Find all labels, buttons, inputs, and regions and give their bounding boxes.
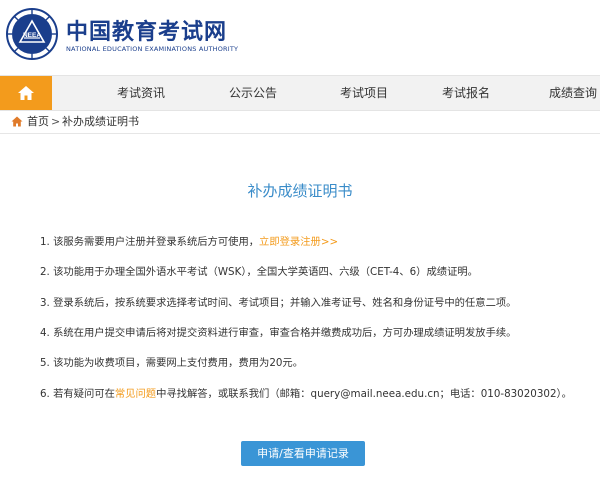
nav-item-score-query[interactable]: 成绩查询 [549,76,597,110]
note-2: 2. 该功能用于办理全国外语水平考试（WSK），全国大学英语四、六级（CET-4… [40,266,478,278]
note-3: 3. 登录系统后，按系统要求选择考试时间、考试项目；并输入准考证号、姓名和身份证… [40,297,517,309]
note-4: 4. 系统在用户提交申请后将对提交资料进行审查，审查合格并缴费成功后，方可办理成… [40,327,517,339]
page-title: 补办成绩证明书 [247,182,353,200]
faq-link[interactable]: 常见问题 [115,388,156,400]
nav-home-button[interactable] [0,76,52,110]
neea-emblem-icon[interactable]: NEEA [6,8,58,60]
note-1-text: 1. 该服务需要用户注册并登录系统后方可使用， [40,236,260,248]
apply-view-records-button[interactable]: 申请/查看申请记录 [241,441,365,466]
svg-text:NEEA: NEEA [23,32,41,39]
nav-item-announcements[interactable]: 公示公告 [229,76,277,110]
site-logo-title[interactable]: 中国教育考试网 [66,14,227,46]
breadcrumb-home-link[interactable]: 首页 [27,111,49,133]
breadcrumb-separator: > [51,115,61,128]
nav-item-exam-projects[interactable]: 考试项目 [340,76,388,110]
breadcrumb-home-icon [11,116,23,127]
main-nav: 考试资讯 公示公告 考试项目 考试报名 成绩查询 [0,75,600,111]
breadcrumb-current: 补办成绩证明书 [62,115,139,128]
note-6: 6. 若有疑问可在常见问题中寻找解答，或联系我们（邮箱：query@mail.n… [40,387,590,401]
login-register-link[interactable]: 立即登录注册>> [259,236,338,248]
note-6-text-pre: 6. 若有疑问可在 [40,388,115,400]
note-5: 5. 该功能为收费项目，需要网上支付费用，费用为20元。 [40,357,304,369]
site-logo-subtitle: NATIONAL EDUCATION EXAMINATIONS AUTHORIT… [66,45,239,53]
nav-item-exam-news[interactable]: 考试资讯 [117,76,165,110]
note-1: 1. 该服务需要用户注册并登录系统后方可使用，立即登录注册>> [40,235,590,249]
home-icon [18,86,34,100]
nav-item-exam-registration[interactable]: 考试报名 [442,76,490,110]
breadcrumb: 首页 > 补办成绩证明书 [0,111,600,134]
site-header: NEEA 中国教育考试网 NATIONAL EDUCATION EXAMINAT… [0,0,600,74]
note-6-text-post: 中寻找解答，或联系我们（邮箱：query@mail.neea.edu.cn；电话… [156,388,572,400]
